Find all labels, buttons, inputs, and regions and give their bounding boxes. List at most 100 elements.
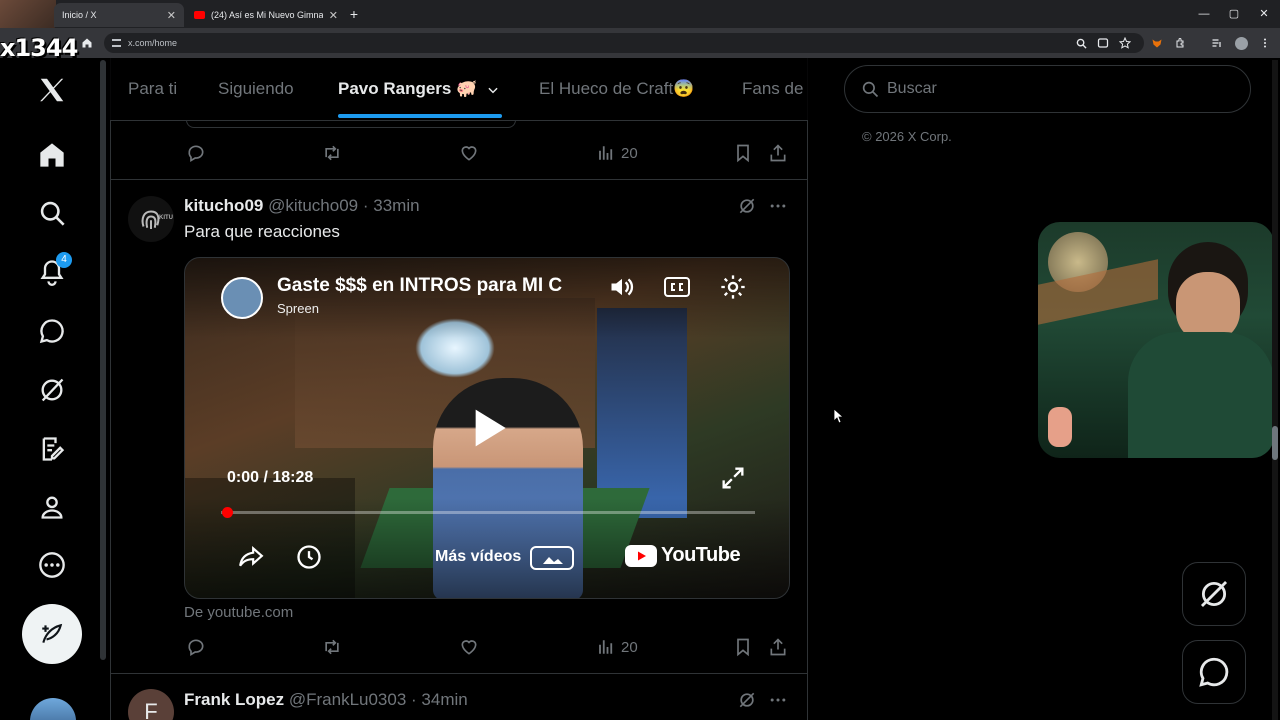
home-button[interactable]	[78, 34, 96, 52]
reply-icon	[188, 145, 204, 162]
repost-button[interactable]	[322, 143, 342, 163]
captions-button[interactable]	[663, 275, 691, 299]
play-button[interactable]	[469, 406, 509, 450]
tab-para-ti[interactable]: Para ti	[128, 58, 177, 120]
zoom-icon	[1076, 38, 1087, 49]
x-logo-link[interactable]	[36, 74, 68, 106]
post-button[interactable]	[22, 604, 82, 664]
fullscreen-button[interactable]	[719, 464, 747, 492]
grok-explain-button[interactable]	[737, 196, 757, 216]
play-icon	[475, 409, 506, 447]
browser-tab-x-home[interactable]: Inicio / X ✕	[54, 3, 184, 27]
tweet-author-handle[interactable]: @kitucho09	[268, 196, 358, 215]
video-progress-bar[interactable]	[221, 511, 755, 514]
tweet-author-name[interactable]: kitucho09	[184, 196, 263, 215]
tab-el-hueco-de-craft[interactable]: El Hueco de Craft😨	[539, 58, 694, 120]
share-icon	[770, 638, 786, 656]
volume-button[interactable]	[607, 273, 637, 301]
gear-icon	[721, 275, 745, 299]
close-window-button[interactable]: ✕	[1254, 5, 1274, 23]
share-button[interactable]	[768, 637, 788, 657]
video-top-gradient	[185, 258, 789, 338]
video-title[interactable]: Gaste $$$ en INTROS para MI C	[277, 275, 577, 297]
youtube-video-embed[interactable]: Gaste $$$ en INTROS para MI C Spreen 0:0…	[184, 257, 790, 599]
tweet-author-avatar[interactable]: KITU	[128, 196, 174, 242]
minimize-window-button[interactable]: —	[1194, 5, 1214, 23]
grok-explain-button[interactable]	[737, 690, 757, 710]
views-button[interactable]: 20	[597, 143, 638, 163]
tweet-author-handle[interactable]: @FrankLu0303	[289, 690, 406, 709]
tab-fans-de[interactable]: Fans de	[742, 58, 803, 120]
nav-grok[interactable]	[36, 374, 68, 406]
tweet-author-name[interactable]: Frank Lopez	[184, 690, 284, 709]
youtube-brand-button[interactable]: YouTube	[625, 544, 741, 567]
video-scrubber[interactable]	[222, 507, 233, 518]
zoom-button[interactable]	[1072, 34, 1090, 52]
bookmark-star-button[interactable]	[1116, 34, 1134, 52]
views-button[interactable]: 20	[597, 637, 638, 657]
extensions-menu-button[interactable]	[1172, 34, 1190, 52]
home-icon	[40, 143, 64, 167]
like-button[interactable]	[459, 143, 479, 163]
share-button[interactable]	[768, 143, 788, 163]
watch-later-button[interactable]	[295, 543, 323, 571]
translate-button[interactable]	[1094, 34, 1112, 52]
profile-avatar-icon	[1234, 36, 1248, 50]
page-scrollbar-thumb[interactable]	[1272, 426, 1278, 460]
views-count: 20	[621, 144, 638, 162]
copyright-text: © 2026 X Corp.	[862, 129, 952, 144]
nav-more[interactable]	[36, 549, 68, 581]
address-bar[interactable]: x.com/home	[104, 33, 1144, 53]
grok-floating-button[interactable]	[1182, 562, 1246, 626]
card-source[interactable]: De youtube.com	[184, 604, 293, 621]
more-videos-button[interactable]	[529, 542, 575, 572]
compose-feather-icon	[42, 623, 63, 643]
bookmark-button[interactable]	[733, 143, 753, 163]
reply-button[interactable]	[186, 637, 206, 657]
close-tab-icon[interactable]: ✕	[329, 9, 338, 22]
bookmark-button[interactable]	[733, 637, 753, 657]
nav-scrollbar[interactable]	[100, 60, 106, 660]
tab-siguiendo[interactable]: Siguiendo	[218, 58, 294, 120]
messages-floating-button[interactable]	[1182, 640, 1246, 704]
nav-profile[interactable]	[36, 491, 68, 523]
tweet-more-button[interactable]	[768, 690, 788, 710]
tweet-timestamp[interactable]: · 34min	[411, 690, 468, 709]
media-controls-button[interactable]	[1208, 34, 1226, 52]
tab-pavo-rangers[interactable]: Pavo Rangers 🐖	[338, 58, 500, 120]
reply-button[interactable]	[186, 143, 206, 163]
nav-explore[interactable]	[36, 197, 68, 229]
star-icon	[1119, 37, 1131, 49]
tweet-divider	[110, 179, 808, 180]
video-settings-button[interactable]	[719, 273, 747, 301]
more-videos-label[interactable]: Más vídeos	[435, 548, 521, 566]
channel-avatar[interactable]	[221, 277, 263, 319]
tweet-more-button[interactable]	[768, 196, 788, 216]
repost-button[interactable]	[322, 637, 342, 657]
browser-menu-button[interactable]	[1256, 34, 1274, 52]
site-info-icon[interactable]	[112, 39, 121, 47]
video-share-button[interactable]	[237, 544, 265, 570]
profile-icon	[41, 496, 63, 519]
profile-button[interactable]	[1232, 34, 1250, 52]
x-logo-icon	[40, 78, 64, 102]
search-input[interactable]: Buscar	[844, 65, 1251, 113]
nav-lists[interactable]	[36, 433, 68, 465]
like-button[interactable]	[459, 637, 479, 657]
chevron-down-icon	[488, 87, 498, 93]
video-scene-minecraft-figure	[597, 308, 687, 518]
close-tab-icon[interactable]: ✕	[167, 9, 176, 22]
reply-icon	[188, 639, 204, 656]
new-tab-button[interactable]: +	[346, 5, 362, 23]
video-channel-name[interactable]: Spreen	[277, 301, 319, 316]
share-icon	[770, 144, 786, 162]
tweet-timestamp[interactable]: · 33min	[363, 196, 420, 215]
maximize-window-button[interactable]: ▢	[1224, 5, 1244, 23]
nav-home[interactable]	[36, 139, 68, 171]
nav-messages[interactable]	[36, 315, 68, 347]
browser-tab-youtube[interactable]: (24) Así es Mi Nuevo Gimnasio ✕	[186, 3, 346, 27]
extension-button[interactable]	[1148, 34, 1166, 52]
youtube-logo-icon	[625, 544, 657, 567]
more-horizontal-icon	[770, 698, 786, 702]
page-scrollbar-track[interactable]	[1272, 60, 1278, 720]
